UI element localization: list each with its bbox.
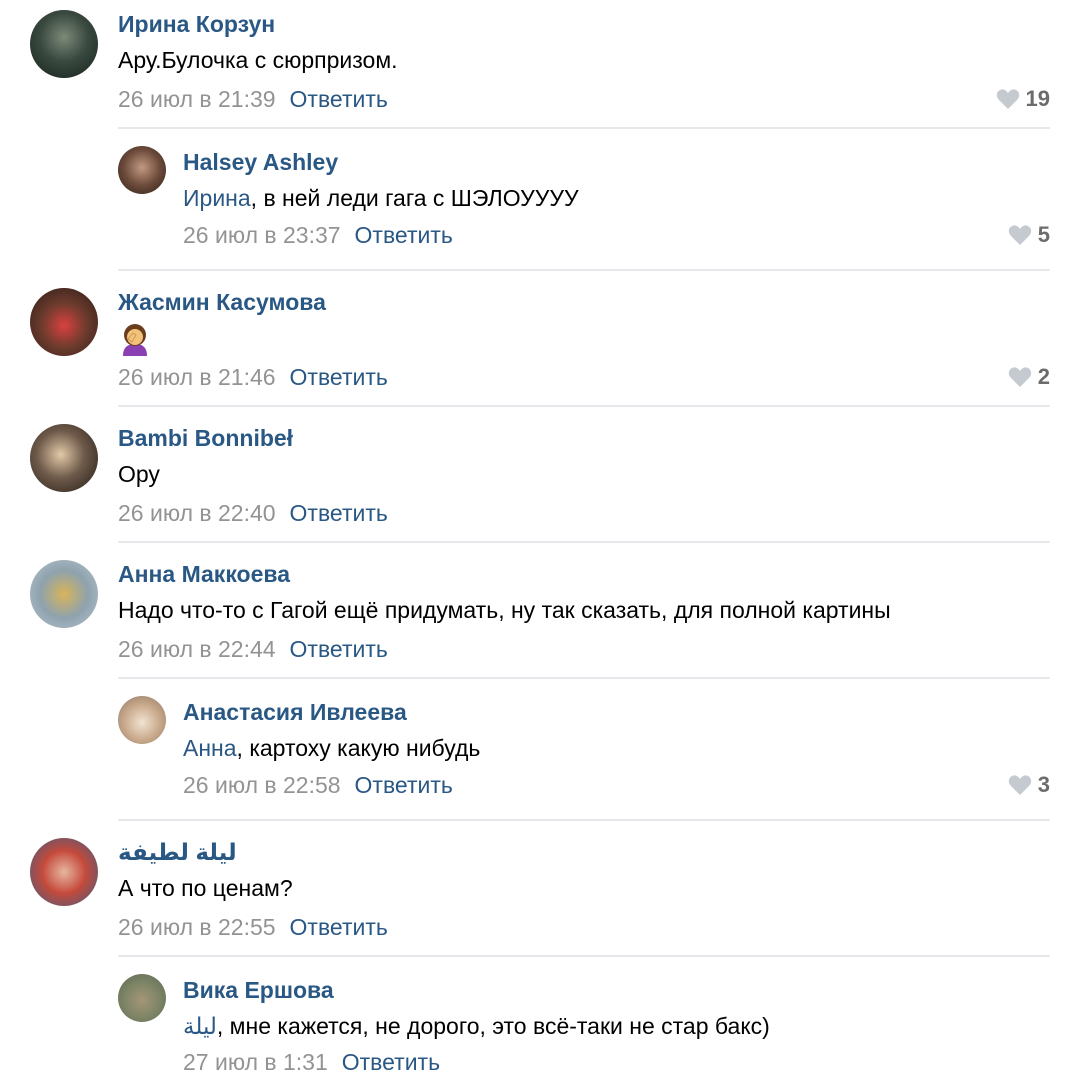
- comment-author[interactable]: Halsey Ashley: [183, 149, 338, 176]
- separator: [118, 127, 1050, 129]
- comment-author[interactable]: Ирина Корзун: [118, 11, 275, 38]
- reply-button[interactable]: Ответить: [355, 772, 453, 798]
- like-count: 2: [1037, 364, 1050, 389]
- comment-text: Ору: [118, 461, 160, 487]
- mention-link[interactable]: Анна: [183, 735, 237, 761]
- comment-date[interactable]: 26 июл в 21:46: [118, 364, 276, 390]
- avatar[interactable]: [30, 10, 98, 78]
- heart-icon: [1008, 225, 1031, 245]
- comment-author[interactable]: Вика Ершова: [183, 977, 334, 1004]
- heart-icon: [996, 89, 1019, 109]
- like-button[interactable]: 2: [1008, 364, 1050, 390]
- reply-button[interactable]: Ответить: [290, 500, 388, 526]
- mention-link[interactable]: ليلة: [183, 1013, 217, 1039]
- comment-date[interactable]: 26 июл в 23:37: [183, 222, 341, 248]
- comment-date[interactable]: 27 июл в 1:31: [183, 1049, 328, 1075]
- comment-date[interactable]: 26 июл в 22:58: [183, 772, 341, 798]
- heart-icon: [1008, 367, 1031, 387]
- reply-button[interactable]: Ответить: [355, 222, 453, 248]
- reply-button[interactable]: Ответить: [290, 636, 388, 662]
- avatar[interactable]: [30, 560, 98, 628]
- like-count: 5: [1037, 222, 1050, 247]
- comment-text-body: , в ней леди гага с ШЭЛОУУУУ: [250, 185, 579, 211]
- comment-meta: 26 июл в 22:55 Ответить: [118, 914, 388, 941]
- like-count: 19: [1025, 86, 1050, 111]
- reply-button[interactable]: Ответить: [290, 364, 388, 390]
- reply-button[interactable]: Ответить: [290, 86, 388, 112]
- comment-text: Надо что-то с Гагой ещё придумать, ну та…: [118, 597, 891, 623]
- comment-date[interactable]: 26 июл в 21:39: [118, 86, 276, 112]
- comment-meta: 26 июл в 21:46 Ответить: [118, 364, 388, 391]
- comment-author[interactable]: Анна Маккоева: [118, 561, 290, 588]
- comment-meta: 26 июл в 22:44 Ответить: [118, 636, 388, 663]
- comment-author[interactable]: Жасмин Касумова: [118, 289, 326, 316]
- comment-text: Анна, картоху какую нибудь: [183, 735, 480, 762]
- reply-button[interactable]: Ответить: [342, 1049, 440, 1075]
- separator: [118, 405, 1050, 407]
- comment-text: ليلة, мне кажется, не дорого, это всё-та…: [183, 1013, 770, 1040]
- separator: [118, 955, 1050, 957]
- like-count: 3: [1037, 772, 1050, 797]
- separator: [118, 269, 1050, 271]
- comment-date[interactable]: 26 июл в 22:40: [118, 500, 276, 526]
- heart-icon: [1008, 775, 1031, 795]
- avatar[interactable]: [30, 288, 98, 356]
- woman-facepalming-emoji: [123, 324, 147, 356]
- comment-text-body: , картоху какую нибудь: [236, 735, 481, 761]
- like-button[interactable]: 5: [1008, 222, 1050, 248]
- comment-date[interactable]: 26 июл в 22:55: [118, 914, 276, 940]
- avatar[interactable]: [118, 146, 166, 194]
- reply-button[interactable]: Ответить: [290, 914, 388, 940]
- mention-link[interactable]: Ирина: [183, 185, 251, 211]
- comment-meta: 26 июл в 22:58 Ответить: [183, 772, 453, 799]
- avatar[interactable]: [30, 424, 98, 492]
- comment-meta: 26 июл в 22:40 Ответить: [118, 500, 388, 527]
- like-button[interactable]: 19: [996, 86, 1050, 112]
- avatar[interactable]: [118, 974, 166, 1022]
- comment-meta: 26 июл в 23:37 Ответить: [183, 222, 453, 249]
- comment-author[interactable]: ليلة لطيفة: [118, 839, 237, 866]
- comment-text: А что по ценам?: [118, 875, 293, 901]
- comment-text-body: , мне кажется, не дорого, это всё-таки н…: [216, 1013, 770, 1039]
- comment-text: Ирина, в ней леди гага с ШЭЛОУУУУ: [183, 185, 579, 212]
- comment-author[interactable]: Bambi Bonnibeł: [118, 425, 293, 452]
- like-button[interactable]: 3: [1008, 772, 1050, 798]
- comment-author[interactable]: Анастасия Ивлеева: [183, 699, 407, 726]
- comment-date[interactable]: 26 июл в 22:44: [118, 636, 276, 662]
- separator: [118, 819, 1050, 821]
- separator: [118, 541, 1050, 543]
- separator: [118, 677, 1050, 679]
- comment-text: Ару.Булочка с сюрпризом.: [118, 47, 398, 73]
- avatar[interactable]: [118, 696, 166, 744]
- comment-meta: 27 июл в 1:31 Ответить: [183, 1049, 440, 1076]
- comment-meta: 26 июл в 21:39 Ответить: [118, 86, 388, 113]
- avatar[interactable]: [30, 838, 98, 906]
